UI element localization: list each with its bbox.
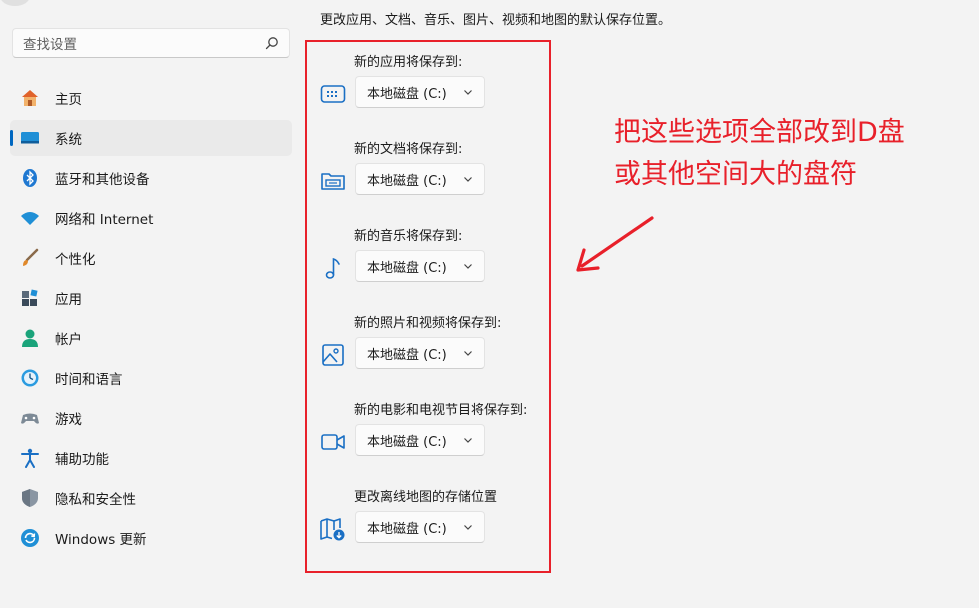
annotation-line-1: 把这些选项全部改到D盘: [614, 117, 905, 148]
chevron-down-icon: [464, 351, 472, 356]
sidebar-item-privacy[interactable]: 隐私和安全性: [10, 480, 292, 516]
save-location-label: 新的照片和视频将保存到:: [354, 316, 502, 331]
sidebar-item-apps[interactable]: 应用: [10, 280, 292, 316]
chevron-down-icon: [464, 177, 472, 182]
search-input[interactable]: 查找设置: [12, 28, 290, 58]
annotation-arrow-icon: [576, 216, 654, 272]
sidebar-item-label: 应用: [55, 292, 82, 308]
annotation-text: 把这些选项全部改到D盘 或其他空间大的盘符: [614, 112, 905, 196]
save-location-dropdown[interactable]: 本地磁盘 (C:): [355, 163, 485, 195]
search-icon[interactable]: [265, 36, 279, 50]
save-location-label: 新的应用将保存到:: [354, 55, 463, 70]
sidebar-item-label: 系统: [55, 132, 82, 148]
map-download-icon: [318, 514, 348, 544]
sidebar-item-label: Windows 更新: [55, 532, 147, 548]
photo-icon: [318, 340, 348, 370]
sidebar-item-time-language[interactable]: 时间和语言: [10, 360, 292, 396]
save-location-label: 新的音乐将保存到:: [354, 229, 463, 244]
sidebar-item-accessibility[interactable]: 辅助功能: [10, 440, 292, 476]
sidebar-item-label: 帐户: [55, 332, 82, 348]
documents-folder-icon: [318, 166, 348, 196]
sidebar-item-personalization[interactable]: 个性化: [10, 240, 292, 276]
dropdown-value: 本地磁盘 (C:): [367, 347, 447, 363]
sidebar-item-label: 网络和 Internet: [55, 212, 154, 228]
sidebar-nav: 主页 系统 蓝牙和其他设备 网络和 Internet 个性化 应用 帐户 时间和…: [10, 80, 292, 560]
dropdown-value: 本地磁盘 (C:): [367, 434, 447, 450]
sidebar-item-label: 辅助功能: [55, 452, 109, 468]
sidebar-item-label: 游戏: [55, 412, 82, 428]
sidebar-item-gaming[interactable]: 游戏: [10, 400, 292, 436]
sidebar-item-label: 主页: [55, 92, 82, 108]
sidebar-item-bluetooth[interactable]: 蓝牙和其他设备: [10, 160, 292, 196]
home-icon: [20, 88, 40, 108]
sidebar-item-label: 蓝牙和其他设备: [55, 172, 150, 188]
dropdown-value: 本地磁盘 (C:): [367, 86, 447, 102]
time-language-icon: [20, 368, 40, 388]
avatar[interactable]: [0, 0, 30, 6]
sidebar-item-label: 时间和语言: [55, 372, 123, 388]
apps-icon: [20, 288, 40, 308]
shield-icon: [20, 488, 40, 508]
sidebar-item-network[interactable]: 网络和 Internet: [10, 200, 292, 236]
annotation-line-2: 或其他空间大的盘符: [614, 159, 857, 190]
video-camera-icon: [318, 427, 348, 457]
page-description: 更改应用、文档、音乐、图片、视频和地图的默认保存位置。: [320, 13, 672, 28]
sidebar-item-accounts[interactable]: 帐户: [10, 320, 292, 356]
brush-icon: [20, 248, 40, 268]
chevron-down-icon: [464, 438, 472, 443]
music-note-icon: [318, 253, 348, 283]
sidebar-item-label: 隐私和安全性: [55, 492, 136, 508]
account-icon: [20, 328, 40, 348]
system-icon: [20, 128, 40, 148]
chevron-down-icon: [464, 525, 472, 530]
save-location-dropdown[interactable]: 本地磁盘 (C:): [355, 76, 485, 108]
sidebar-item-home[interactable]: 主页: [10, 80, 292, 116]
save-location-dropdown[interactable]: 本地磁盘 (C:): [355, 511, 485, 543]
search-placeholder: 查找设置: [23, 37, 77, 53]
save-location-label: 新的电影和电视节目将保存到:: [354, 403, 528, 418]
dropdown-value: 本地磁盘 (C:): [367, 260, 447, 276]
sidebar-item-windows-update[interactable]: Windows 更新: [10, 520, 292, 556]
save-location-dropdown[interactable]: 本地磁盘 (C:): [355, 337, 485, 369]
apps-storage-icon: [318, 79, 348, 109]
bluetooth-icon: [20, 168, 40, 188]
sidebar-item-label: 个性化: [55, 252, 96, 268]
update-icon: [20, 528, 40, 548]
save-location-dropdown[interactable]: 本地磁盘 (C:): [355, 250, 485, 282]
gaming-icon: [20, 408, 40, 428]
wifi-icon: [20, 208, 40, 228]
accessibility-icon: [20, 448, 40, 468]
save-location-label: 更改离线地图的存储位置: [354, 490, 498, 505]
chevron-down-icon: [464, 264, 472, 269]
chevron-down-icon: [464, 90, 472, 95]
sidebar-item-system[interactable]: 系统: [10, 120, 292, 156]
save-location-dropdown[interactable]: 本地磁盘 (C:): [355, 424, 485, 456]
dropdown-value: 本地磁盘 (C:): [367, 173, 447, 189]
dropdown-value: 本地磁盘 (C:): [367, 521, 447, 537]
save-location-label: 新的文档将保存到:: [354, 142, 463, 157]
